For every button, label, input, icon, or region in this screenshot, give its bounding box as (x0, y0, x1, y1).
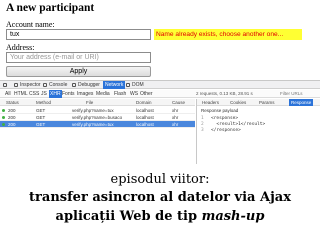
line-number: 2 (201, 122, 204, 127)
filter-media[interactable]: Media (96, 90, 110, 98)
col-file[interactable]: File (86, 99, 93, 106)
caption-next-episode: episodul viitor: (110, 172, 210, 187)
request-row[interactable]: 200 GET verify.php?name=tux localhost xh… (0, 107, 195, 114)
network-filterbar: All HTML CSS JS XHR Fonts Images Media F… (0, 90, 320, 98)
tab-console[interactable]: Console (49, 81, 67, 89)
filter-js[interactable]: JS (41, 90, 47, 98)
caption-ajax-topic: transfer asincron al datelor via Ajax (29, 190, 291, 205)
tab-params[interactable]: Params (259, 99, 275, 106)
col-domain[interactable]: Domain (136, 99, 152, 106)
request-method: GET (36, 122, 46, 127)
request-status: 200 (8, 108, 16, 113)
dom-icon (126, 83, 130, 87)
caption-mashup-topic: aplicații Web de tip mash-up (0, 209, 320, 224)
line-number: 3 (201, 128, 204, 133)
devtools-tabbar: Inspector Console Debugger Network DOM (0, 81, 320, 89)
request-cause: xhr (172, 108, 179, 113)
filter-xhr[interactable]: XHR (49, 90, 62, 98)
filter-flash[interactable]: Flash (114, 90, 126, 98)
request-file: verify.php?name=busaco (72, 115, 123, 120)
code-text: <response> (211, 116, 239, 121)
filter-urls-input[interactable]: Filter URLs (280, 90, 303, 98)
detail-tabbar: Headers Cookies Params Response (197, 99, 320, 106)
col-cause[interactable]: Cause (172, 99, 185, 106)
status-ok-icon (2, 116, 5, 119)
filter-other[interactable]: Other (140, 90, 153, 98)
request-file: verify.php?name=tux (72, 108, 114, 113)
request-row-selected[interactable]: 200 GET verify.php?name=tux localhost xh… (0, 121, 195, 128)
response-detail-panel: Headers Cookies Params Response Response… (196, 99, 320, 164)
address-input[interactable]: Your address (e-mail or URI) (6, 52, 151, 63)
console-icon (43, 83, 47, 87)
debugger-icon (72, 83, 76, 87)
filter-css[interactable]: CSS (29, 90, 39, 98)
request-cause: xhr (172, 122, 179, 127)
request-domain: localhost (136, 115, 154, 120)
request-file: verify.php?name=tux (72, 122, 114, 127)
tab-headers[interactable]: Headers (202, 99, 219, 106)
code-line: 2 <result>1</result> (201, 122, 265, 127)
status-ok-icon (2, 109, 5, 112)
tab-network[interactable]: Network (103, 81, 126, 89)
request-domain: localhost (136, 108, 154, 113)
col-status[interactable]: Status (6, 99, 19, 106)
request-cause: xhr (172, 115, 179, 120)
request-summary: 2 requests, 0.13 KB, 28.91 s (196, 91, 253, 96)
tab-dom[interactable]: DOM (132, 81, 144, 89)
request-status: 200 (8, 122, 16, 127)
tab-response[interactable]: Response (289, 99, 314, 106)
form-title: A new participant (6, 2, 95, 14)
response-payload-title[interactable]: Response payload (201, 108, 238, 113)
caption-mashup-emphasis: mash-up (201, 209, 265, 224)
tab-inspector[interactable]: Inspector (20, 81, 41, 89)
inspector-icon (14, 83, 18, 87)
filter-html[interactable]: HTML (14, 90, 28, 98)
col-method[interactable]: Method (36, 99, 51, 106)
account-name-input[interactable]: tux (6, 29, 151, 40)
account-name-label: Account name: (6, 20, 55, 29)
filter-all[interactable]: All (5, 90, 11, 98)
code-text: </response> (211, 128, 241, 133)
filter-images[interactable]: Images (77, 90, 93, 98)
request-domain: localhost (136, 122, 154, 127)
pick-element-icon[interactable] (3, 83, 7, 87)
code-text: <result>1</result> (211, 122, 266, 127)
request-status: 200 (8, 115, 16, 120)
tab-cookies[interactable]: Cookies (230, 99, 246, 106)
request-row[interactable]: 200 GET verify.php?name=busaco localhost… (0, 114, 195, 121)
filter-ws[interactable]: WS (130, 90, 138, 98)
line-number: 1 (201, 116, 204, 121)
devtools-panel: Inspector Console Debugger Network DOM A… (0, 80, 320, 164)
request-method: GET (36, 108, 46, 113)
tab-debugger[interactable]: Debugger (78, 81, 100, 89)
code-line: 1 <response> (201, 116, 238, 121)
request-method: GET (36, 115, 46, 120)
request-list-header: Status Method File Domain Cause (0, 99, 195, 106)
caption-mashup-prefix: aplicații Web de tip (55, 209, 202, 224)
account-name-error: Name already exists, choose another one.… (154, 29, 302, 40)
status-ok-icon (2, 123, 5, 126)
address-label: Address: (6, 43, 35, 52)
apply-button[interactable]: Apply (6, 66, 151, 77)
code-line: 3 </response> (201, 128, 241, 133)
filter-fonts[interactable]: Fonts (62, 90, 75, 98)
